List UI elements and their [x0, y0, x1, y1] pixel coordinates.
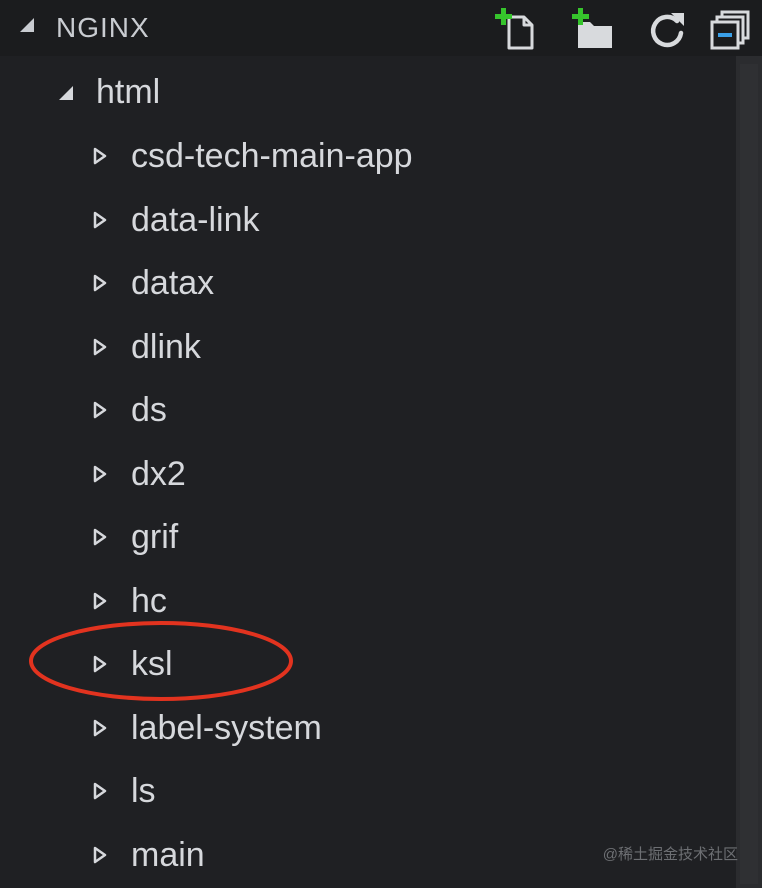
collapsed-chevron-icon	[93, 782, 107, 800]
folder-label: ls	[131, 772, 156, 810]
folder-label: html	[96, 73, 161, 111]
file-explorer-panel: NGINX html csd-tech-main-app data-link d…	[0, 0, 762, 888]
new-folder-icon	[572, 8, 612, 48]
collapsed-chevron-icon	[93, 465, 107, 482]
folder-label: ds	[131, 391, 167, 429]
collapse-all-button[interactable]	[706, 4, 754, 52]
tree-folder-item[interactable]: hc	[0, 571, 736, 631]
tree-folder-item[interactable]: datax	[0, 253, 736, 313]
refresh-icon	[650, 13, 684, 48]
collapsed-chevron-icon	[93, 655, 107, 673]
folder-label: label-system	[131, 708, 322, 747]
folder-label: dx2	[131, 454, 186, 493]
tree-folder-item[interactable]: label-system	[0, 698, 736, 758]
collapsed-chevron-icon	[93, 274, 107, 292]
tree-folder-item[interactable]: ls	[0, 761, 736, 821]
new-file-icon	[495, 8, 534, 50]
new-file-button[interactable]	[492, 4, 540, 52]
collapse-section-icon[interactable]	[19, 17, 35, 33]
file-tree: html csd-tech-main-app data-link datax dlin…	[0, 56, 736, 888]
folder-label: datax	[131, 264, 215, 302]
tree-folder-item[interactable]: dlink	[0, 317, 736, 377]
new-folder-button[interactable]	[568, 4, 616, 52]
watermark: @稀土掘金技术社区	[602, 846, 738, 863]
vertical-scrollbar[interactable]	[736, 56, 762, 888]
folder-label: main	[131, 835, 205, 874]
explorer-section-header[interactable]: NGINX	[0, 0, 762, 56]
header-actions	[492, 4, 752, 52]
collapsed-chevron-icon	[93, 719, 107, 736]
folder-label: hc	[131, 581, 167, 620]
tree-folder-html[interactable]: html	[0, 62, 736, 122]
section-title: NGINX	[56, 12, 150, 43]
folder-label: data-link	[131, 200, 260, 239]
scrollbar-thumb[interactable]	[740, 64, 758, 884]
tree-folder-item[interactable]: ds	[0, 380, 736, 440]
collapsed-chevron-icon	[93, 846, 107, 863]
tree-folder-item[interactable]: dx2	[0, 444, 736, 504]
expanded-chevron-icon	[59, 86, 73, 100]
refresh-button[interactable]	[644, 4, 692, 52]
collapsed-chevron-icon	[93, 147, 107, 165]
collapsed-chevron-icon	[93, 211, 107, 228]
collapse-all-icon	[710, 10, 750, 50]
tree-folder-item[interactable]: grif	[0, 507, 736, 567]
folder-label: ksl	[131, 645, 173, 683]
folder-label: dlink	[131, 327, 201, 366]
tree-folder-item[interactable]: csd-tech-main-app	[0, 126, 736, 186]
collapsed-chevron-icon	[93, 338, 107, 355]
folder-label: grif	[131, 518, 179, 556]
collapsed-chevron-icon	[93, 592, 107, 609]
tree-folder-item[interactable]: data-link	[0, 190, 736, 250]
collapsed-chevron-icon	[93, 401, 107, 419]
tree-folder-item[interactable]: ksl	[0, 634, 736, 694]
folder-label: csd-tech-main-app	[131, 137, 413, 175]
collapsed-chevron-icon	[93, 528, 107, 546]
